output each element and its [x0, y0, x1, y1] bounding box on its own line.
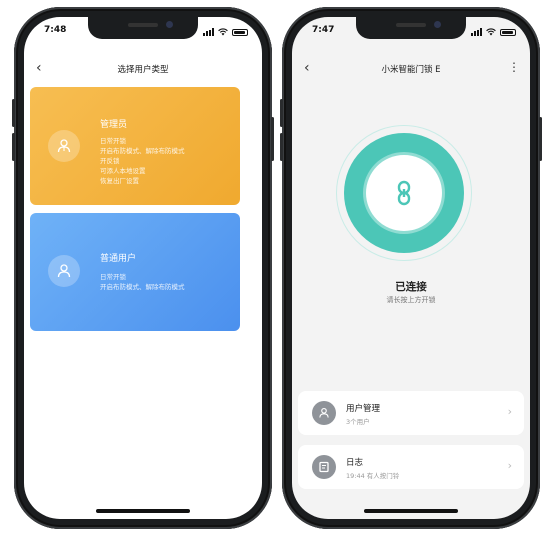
connection-hint: 请长按上方开锁	[386, 296, 436, 304]
status-icons	[471, 25, 516, 39]
menu-item-subtitle: 19:44 有人按门铃	[346, 472, 400, 480]
admin-title: 管理员	[100, 120, 128, 130]
volume-button	[12, 133, 15, 161]
menu-item-title: 用户管理	[346, 404, 381, 414]
page-title: 小米智能门锁 E	[381, 65, 441, 75]
wifi-icon	[218, 28, 228, 36]
battery-icon	[232, 28, 248, 36]
connection-status: 已连接	[395, 281, 427, 293]
battery-icon	[500, 28, 516, 36]
power-button	[539, 117, 542, 161]
nav-bar: ‹ 小米智能门锁 E ⋮	[292, 57, 530, 81]
log-icon	[312, 455, 336, 479]
normal-permission: 开启布防模式、解除布防模式	[100, 283, 185, 291]
status-time: 7:48	[44, 25, 67, 35]
menu-item-user-management[interactable]: 用户管理 3个用户 ›	[298, 391, 524, 435]
more-vertical-icon[interactable]: ⋮	[508, 60, 520, 74]
notch	[88, 17, 198, 39]
status-icons	[203, 25, 248, 39]
normal-title: 普通用户	[100, 254, 137, 264]
admin-icon	[48, 130, 80, 162]
menu-item-title: 日志	[346, 458, 364, 468]
wifi-icon	[486, 28, 496, 36]
admin-user-card[interactable]: 管理员 日常开锁 开启布防模式、解除布防模式 开反锁 可添人本地设置 恢复出厂设…	[30, 87, 240, 205]
normal-user-card[interactable]: 普通用户 日常开锁 开启布防模式、解除布防模式	[30, 213, 240, 331]
chevron-right-icon: ›	[507, 459, 512, 472]
chevron-right-icon: ›	[507, 405, 512, 418]
screen-right: 7:47 ‹ 小米智能门锁 E ⋮ 已连接 请长按上方开锁 用户管理 3个用户 …	[292, 17, 530, 519]
admin-permission: 开反锁	[100, 157, 120, 165]
home-indicator[interactable]	[96, 509, 190, 513]
volume-button	[280, 99, 283, 127]
menu-item-log[interactable]: 日志 19:44 有人按门铃 ›	[298, 445, 524, 489]
admin-permission: 开启布防模式、解除布防模式	[100, 147, 185, 155]
user-icon	[312, 401, 336, 425]
user-icon	[48, 255, 80, 287]
normal-permission: 日常开锁	[100, 273, 126, 281]
notch	[356, 17, 466, 39]
page-title: 选择用户类型	[117, 65, 169, 75]
volume-button	[12, 99, 15, 127]
screen-left: 7:48 ‹ 选择用户类型 管理员 日常开锁 开启布防模式、解除布防模式 开反锁…	[24, 17, 262, 519]
home-indicator[interactable]	[364, 509, 458, 513]
volume-button	[280, 133, 283, 161]
admin-permission: 日常开锁	[100, 137, 126, 145]
phone-right: 7:47 ‹ 小米智能门锁 E ⋮ 已连接 请长按上方开锁 用户管理 3个用户 …	[280, 7, 542, 529]
nav-bar: ‹ 选择用户类型	[24, 57, 262, 81]
signal-icon	[471, 28, 482, 36]
link-lock-icon	[397, 180, 411, 206]
power-button	[271, 117, 274, 161]
signal-icon	[203, 28, 214, 36]
admin-permission: 恢复出厂设置	[100, 177, 139, 185]
admin-permission: 可添人本地设置	[100, 167, 146, 175]
menu-item-subtitle: 3个用户	[346, 418, 370, 426]
status-time: 7:47	[312, 25, 335, 35]
phone-left: 7:48 ‹ 选择用户类型 管理员 日常开锁 开启布防模式、解除布防模式 开反锁…	[12, 7, 274, 529]
unlock-button[interactable]	[366, 155, 442, 231]
